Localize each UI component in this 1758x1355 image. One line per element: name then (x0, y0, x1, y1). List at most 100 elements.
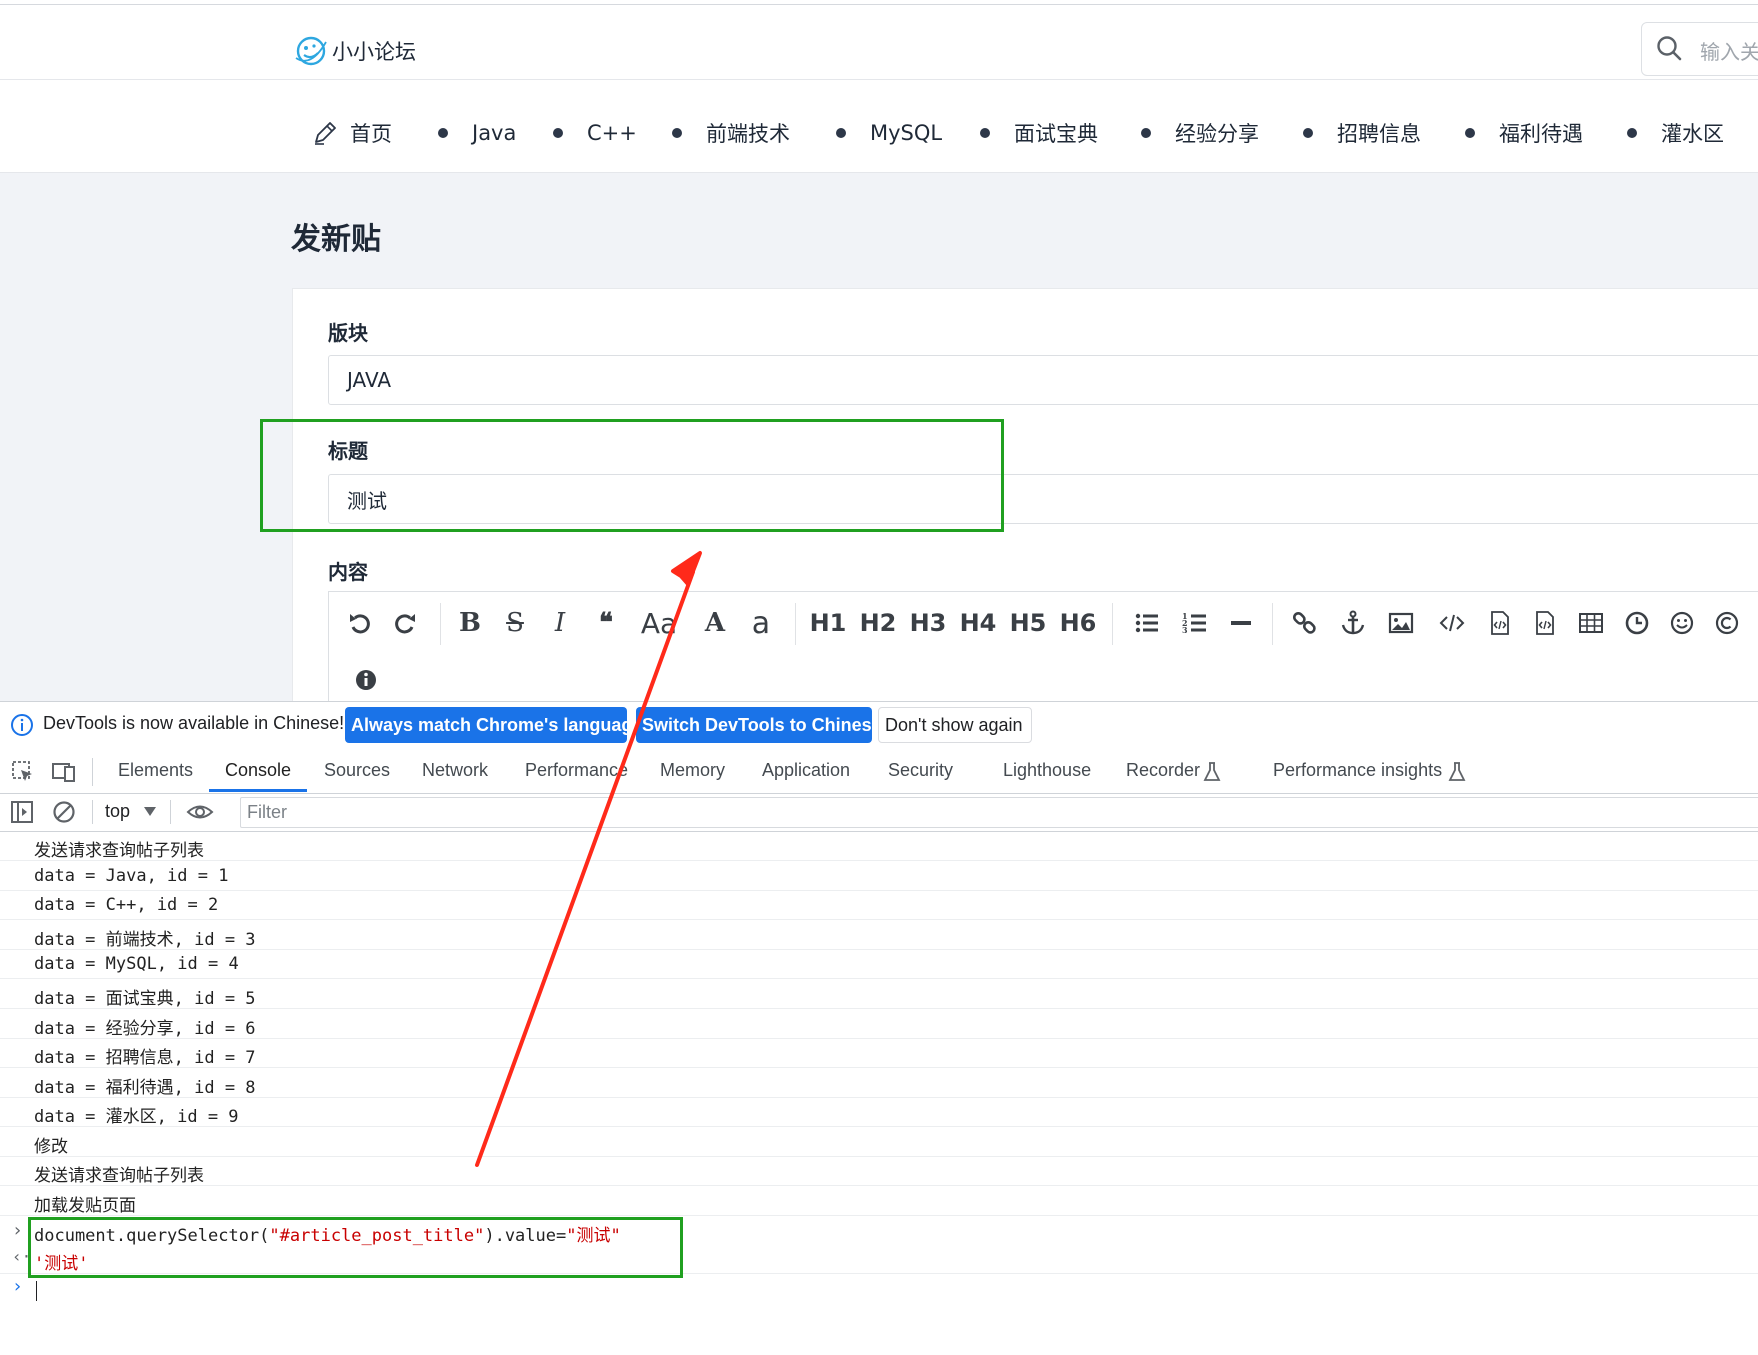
console-message: 发送请求查询帖子列表 (0, 832, 1758, 861)
heading-3-button[interactable]: H3 (908, 598, 948, 648)
pencil-icon (315, 122, 336, 145)
eye-icon[interactable] (186, 800, 214, 824)
console-text: data = 招聘信息, id = 7 (34, 1048, 256, 1068)
console-input-caret[interactable] (36, 1281, 37, 1301)
console-highlight-box (28, 1217, 683, 1278)
console-prompt-icon: › (12, 1276, 23, 1297)
nav-label: 招聘信息 (1337, 122, 1421, 146)
heading-4-button[interactable]: H4 (958, 598, 998, 648)
bullet-icon (438, 128, 448, 138)
tab-divider (92, 758, 93, 786)
context-selector[interactable]: top (105, 801, 130, 822)
title-highlight-box (260, 419, 1004, 532)
datetime-icon[interactable] (1622, 598, 1652, 648)
forum-logo-icon[interactable] (294, 34, 328, 68)
tab-performance-insights[interactable]: Performance insights (1273, 760, 1442, 781)
toolbar-divider (795, 603, 796, 645)
tab-elements[interactable]: Elements (118, 760, 193, 781)
tab-console[interactable]: Console (225, 760, 291, 781)
undo-icon[interactable] (345, 598, 375, 648)
tab-sources[interactable]: Sources (324, 760, 390, 781)
emoji-icon[interactable] (1667, 598, 1697, 648)
heading-2-button[interactable]: H2 (858, 598, 898, 648)
device-toolbar-icon[interactable] (51, 759, 77, 785)
dropdown-arrow-icon[interactable] (143, 805, 157, 817)
console-text: data = 灌水区, id = 9 (34, 1107, 239, 1127)
console-filter-input[interactable]: Filter (240, 797, 1758, 828)
sidebar-toggle-icon[interactable] (9, 799, 35, 825)
preformatted-icon[interactable] (1530, 598, 1560, 648)
nav-item-offtopic[interactable]: 灌水区 (1627, 118, 1724, 148)
nav-item-home[interactable]: 首页 (312, 118, 392, 148)
nav-item-frontend[interactable]: 前端技术 (672, 118, 790, 148)
info-icon[interactable] (351, 655, 381, 705)
search-input[interactable]: 输入关 (1700, 36, 1758, 65)
horizontal-rule-icon[interactable] (1226, 598, 1256, 648)
copyright-icon[interactable] (1712, 598, 1742, 648)
ordered-list-icon[interactable]: 123 (1180, 598, 1210, 648)
heading-1-button[interactable]: H1 (808, 598, 848, 648)
search-icon[interactable] (1655, 34, 1683, 62)
toolbar-divider (92, 800, 93, 824)
toolbar-divider (440, 603, 441, 645)
nav-item-experience[interactable]: 经验分享 (1141, 118, 1259, 148)
nav-label: MySQL (870, 121, 943, 145)
bold-icon[interactable]: B (455, 598, 485, 648)
table-icon[interactable] (1576, 598, 1606, 648)
tab-recorder[interactable]: Recorder (1126, 760, 1200, 781)
always-match-language-button[interactable]: Always match Chrome's language (345, 707, 642, 743)
console-message: data = 经验分享, id = 6 (0, 1010, 1758, 1039)
console-text: data = Java, id = 1 (34, 866, 229, 886)
nav-item-interview[interactable]: 面试宝典 (980, 118, 1098, 148)
nav-item-benefits[interactable]: 福利待遇 (1465, 118, 1583, 148)
console-text: data = 面试宝典, id = 5 (34, 989, 256, 1009)
bullet-icon (672, 128, 682, 138)
console-text: 发送请求查询帖子列表 (34, 841, 204, 861)
console-message: 发送请求查询帖子列表 (0, 1157, 1758, 1186)
active-tab-indicator (209, 789, 307, 792)
console-text: data = 福利待遇, id = 8 (34, 1078, 256, 1098)
strikethrough-icon[interactable]: S (500, 598, 530, 648)
nav-item-jobs[interactable]: 招聘信息 (1303, 118, 1421, 148)
tab-lighthouse[interactable]: Lighthouse (1003, 760, 1091, 781)
nav-item-mysql[interactable]: MySQL (836, 118, 942, 148)
tab-security[interactable]: Security (888, 760, 953, 781)
font-size-icon[interactable]: A (700, 598, 730, 648)
heading-5-button[interactable]: H5 (1008, 598, 1048, 648)
board-label: 版块 (328, 321, 368, 345)
italic-icon[interactable]: I (545, 598, 575, 648)
lowercase-icon[interactable]: a (746, 598, 776, 648)
unordered-list-icon[interactable] (1132, 598, 1162, 648)
code-block-icon[interactable] (1485, 598, 1515, 648)
image-icon[interactable] (1386, 598, 1416, 648)
svg-text:3: 3 (1182, 625, 1188, 635)
input-prompt-icon: › (12, 1220, 23, 1241)
heading-6-button[interactable]: H6 (1058, 598, 1098, 648)
nav-item-java[interactable]: Java (438, 118, 516, 148)
code-icon[interactable] (1436, 598, 1468, 648)
anchor-icon[interactable] (1338, 598, 1368, 648)
console-text: 修改 (34, 1137, 68, 1157)
console-text: data = C++, id = 2 (34, 895, 219, 915)
redo-icon[interactable] (390, 598, 420, 648)
quote-icon[interactable]: ❝ (590, 598, 622, 648)
tab-network[interactable]: Network (422, 760, 488, 781)
console-message: data = 面试宝典, id = 5 (0, 980, 1758, 1009)
nav-label: 灌水区 (1661, 122, 1724, 146)
switch-to-chinese-button[interactable]: Switch DevTools to Chinese (636, 707, 882, 743)
link-icon[interactable] (1290, 598, 1320, 648)
bullet-icon (1141, 128, 1151, 138)
tab-performance[interactable]: Performance (525, 760, 628, 781)
clear-console-icon[interactable] (51, 799, 77, 825)
uppercase-icon[interactable]: Aa (638, 598, 680, 648)
console-text: 加载发贴页面 (34, 1196, 136, 1216)
flask-icon (1203, 762, 1221, 781)
site-brand[interactable]: 小小论坛 (332, 36, 416, 66)
console-text: data = 前端技术, id = 3 (34, 930, 256, 950)
inspect-element-icon[interactable] (10, 759, 36, 785)
board-select[interactable]: JAVA (328, 355, 1758, 405)
tab-application[interactable]: Application (762, 760, 850, 781)
nav-item-cpp[interactable]: C++ (553, 118, 637, 148)
tab-memory[interactable]: Memory (660, 760, 725, 781)
dont-show-again-button[interactable]: Don't show again (878, 707, 1032, 743)
